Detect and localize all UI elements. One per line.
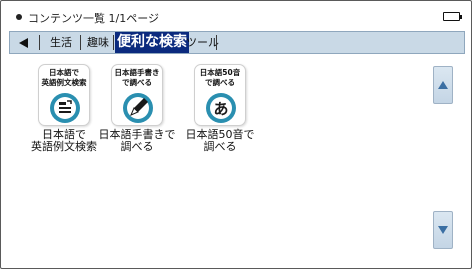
app-fifty-sound-search[interactable]: 日本語50音 で調べる あ 日本語50音で 調べる (179, 64, 261, 164)
document-search-icon (50, 93, 80, 123)
tab-separator (216, 35, 217, 50)
app-handwriting-search[interactable]: 日本語手書き で調べる 日本語手書きで 調べる (96, 64, 178, 164)
tab-useful-search[interactable]: 便利な検索 (115, 32, 189, 53)
scroll-up-button[interactable] (433, 66, 453, 104)
status-bar: コンテンツ一覧 1/1ページ (1, 1, 471, 31)
category-tab-bar: 生活 趣味 便利な検索 ツール (9, 31, 465, 54)
bullet-icon (16, 14, 22, 20)
app-english-example-search[interactable]: 日本語で 英語例文検索 日本語で 英語例文検索 (23, 64, 105, 164)
scroll-down-icon (438, 226, 448, 234)
tab-separator (113, 35, 114, 50)
pen-write-icon (123, 93, 153, 123)
tab-separator (80, 35, 81, 50)
scroll-up-icon (438, 81, 448, 89)
app-icon-caption: 日本語手書き で調べる (114, 68, 160, 87)
app-icon-tile[interactable]: 日本語で 英語例文検索 (38, 64, 90, 126)
app-icon-caption: 日本語50音 で調べる (199, 68, 241, 87)
svg-text:あ: あ (213, 100, 228, 118)
hiragana-a-icon: あ (206, 93, 236, 123)
tab-life[interactable]: 生活 (50, 32, 72, 53)
app-icon-tile[interactable]: 日本語手書き で調べる (111, 64, 163, 126)
app-label: 日本語で 英語例文検索 (31, 128, 97, 153)
tab-tools[interactable]: ツール (186, 32, 219, 53)
back-arrow-icon[interactable] (19, 38, 28, 48)
app-icon-caption: 日本語で 英語例文検索 (41, 68, 87, 87)
tab-hobby[interactable]: 趣味 (87, 32, 109, 53)
device-screen: コンテンツ一覧 1/1ページ 生活 趣味 便利な検索 ツール 日本語で 英語例文検… (0, 0, 472, 269)
app-icon-tile[interactable]: 日本語50音 で調べる あ (194, 64, 246, 126)
page-title: コンテンツ一覧 1/1ページ (28, 12, 159, 25)
scroll-down-button[interactable] (433, 211, 453, 249)
app-label: 日本語50音で 調べる (185, 128, 255, 153)
app-grid: 日本語で 英語例文検索 日本語で 英語例文検索 日本語手書き で調べる 日本語手… (1, 56, 421, 256)
tab-separator (39, 35, 40, 50)
battery-full-icon (443, 12, 462, 21)
app-label: 日本語手書きで 調べる (98, 128, 176, 153)
